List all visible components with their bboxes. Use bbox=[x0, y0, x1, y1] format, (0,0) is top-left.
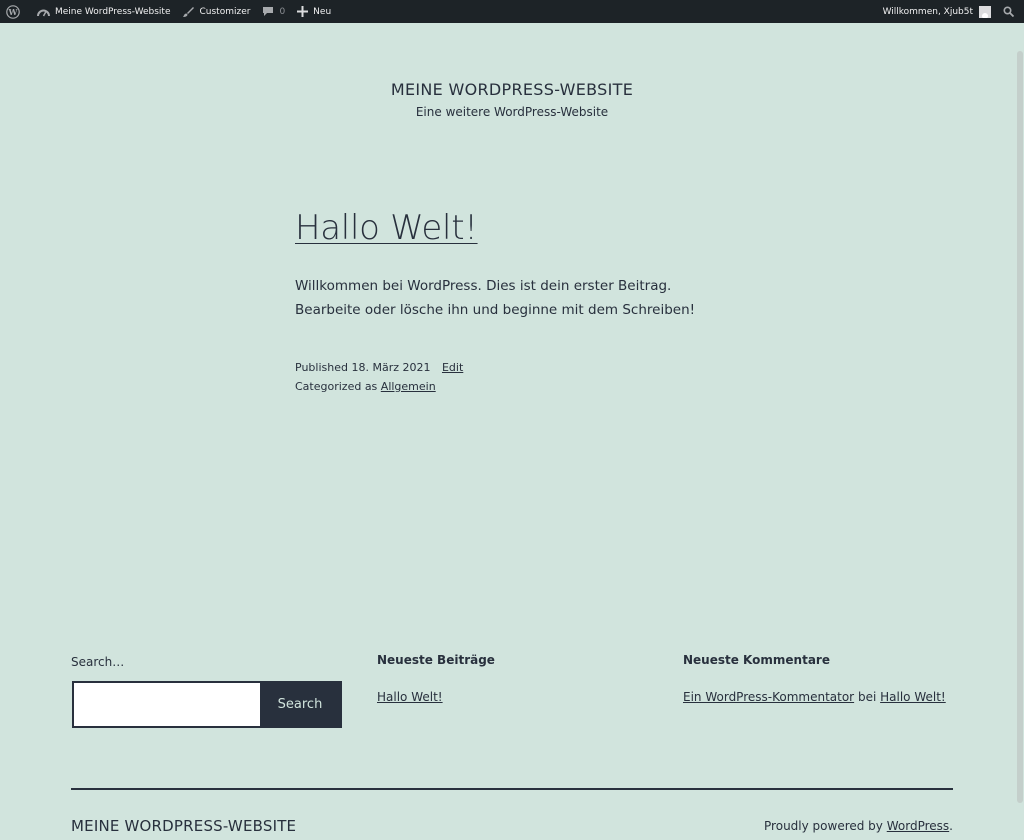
comments-link[interactable]: 0 bbox=[256, 0, 291, 23]
svg-text:W: W bbox=[8, 7, 19, 17]
list-item: Hallo Welt! bbox=[377, 687, 495, 707]
customizer-link[interactable]: Customizer bbox=[176, 0, 256, 23]
list-item: Ein WordPress-Kommentator bei Hallo Welt… bbox=[683, 687, 946, 707]
published-label: Published bbox=[295, 361, 348, 374]
powered-by-prefix: Proudly powered by bbox=[764, 819, 883, 833]
recent-comments-widget: Neueste Kommentare Ein WordPress-Komment… bbox=[683, 653, 946, 707]
post-title-link[interactable]: Hallo Welt! bbox=[295, 208, 478, 248]
edit-post-link[interactable]: Edit bbox=[442, 361, 463, 374]
recent-posts-widget: Neueste Beiträge Hallo Welt! bbox=[377, 653, 495, 707]
admin-bar: W Meine WordPress-Website Customizer 0 N… bbox=[0, 0, 1024, 23]
my-account-menu[interactable]: Willkommen, Xjub5t bbox=[877, 0, 997, 23]
customizer-label: Customizer bbox=[199, 6, 251, 17]
search-widget-label: Search… bbox=[71, 655, 125, 669]
post-content: Willkommen bei WordPress. Dies ist dein … bbox=[295, 278, 696, 318]
site-tagline: Eine weitere WordPress-Website bbox=[415, 105, 609, 119]
site-title[interactable]: MEINE WORDPRESS-WEBSITE bbox=[0, 80, 1024, 99]
post-date: 18. März 2021 bbox=[351, 361, 431, 374]
new-content-menu[interactable]: Neu bbox=[291, 0, 337, 23]
post-meta: Published 18. März 2021 Edit Categorized… bbox=[295, 358, 463, 396]
brush-icon bbox=[182, 6, 195, 18]
comment-post-link[interactable]: Hallo Welt! bbox=[880, 690, 946, 704]
welcome-text: Willkommen, Xjub5t bbox=[882, 6, 973, 17]
post-title: Hallo Welt! bbox=[295, 208, 478, 248]
site-name-label: Meine WordPress-Website bbox=[55, 6, 171, 17]
comment-connector: bei bbox=[857, 690, 877, 704]
wordpress-logo-menu[interactable]: W bbox=[0, 0, 31, 23]
wordpress-logo-icon: W bbox=[6, 4, 20, 19]
search-icon bbox=[1003, 6, 1014, 17]
posted-on: Published 18. März 2021 Edit bbox=[295, 358, 463, 377]
footer-divider bbox=[71, 788, 953, 790]
comment-icon bbox=[262, 6, 274, 17]
new-label: Neu bbox=[313, 6, 332, 17]
avatar bbox=[979, 5, 991, 18]
dashboard-icon bbox=[37, 6, 50, 18]
category-link[interactable]: Allgemein bbox=[381, 380, 436, 393]
wordpress-link[interactable]: WordPress bbox=[887, 819, 949, 833]
footer-site-title[interactable]: MEINE WORDPRESS-WEBSITE bbox=[71, 817, 296, 835]
recent-posts-heading: Neueste Beiträge bbox=[377, 653, 495, 667]
site-name-menu[interactable]: Meine WordPress-Website bbox=[31, 0, 176, 23]
search-button[interactable]: Search bbox=[260, 683, 340, 726]
admin-search-button[interactable] bbox=[997, 0, 1024, 23]
search-form: Search bbox=[72, 681, 342, 728]
powered-by-suffix: . bbox=[949, 819, 953, 833]
comments-count: 0 bbox=[279, 6, 286, 17]
recent-post-link[interactable]: Hallo Welt! bbox=[377, 690, 443, 704]
scrollbar-thumb[interactable] bbox=[1017, 51, 1023, 803]
recent-comments-heading: Neueste Kommentare bbox=[683, 653, 830, 667]
comment-author-link[interactable]: Ein WordPress-Kommentator bbox=[683, 690, 854, 704]
post-categories: Categorized as Allgemein bbox=[295, 377, 463, 396]
powered-by: Proudly powered by WordPress. bbox=[764, 819, 953, 833]
categorized-label: Categorized as bbox=[295, 380, 378, 393]
page-scrollbar[interactable] bbox=[1016, 23, 1024, 840]
search-input[interactable] bbox=[74, 683, 260, 726]
plus-icon bbox=[297, 6, 309, 17]
